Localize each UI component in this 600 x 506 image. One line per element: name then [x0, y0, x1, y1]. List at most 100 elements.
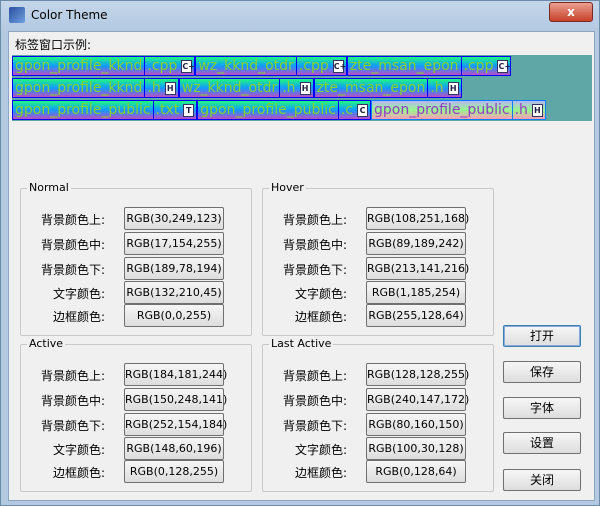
settings-button[interactable]: 设置 — [503, 432, 581, 454]
color-label: 背景颜色下: — [282, 419, 347, 433]
color-label: 背景颜色上: — [40, 369, 105, 383]
color-label: 文字颜色: — [294, 443, 347, 457]
group-title: Normal — [27, 181, 71, 194]
tab-name[interactable]: zte_msan_epon — [346, 56, 461, 76]
tab-extension[interactable]: .h H — [144, 78, 179, 98]
file-type-icon: H — [299, 81, 311, 95]
color-theme-window: Color Theme x 标签窗口示例: gpon_profile_kknd.… — [0, 0, 600, 506]
font-button[interactable]: 字体 — [503, 397, 581, 419]
color-button[interactable]: RGB(0,0,255) — [124, 304, 224, 327]
tab-extension-text: .h — [282, 80, 296, 96]
tab-extension-text: .txt — [155, 102, 180, 118]
title-bar: Color Theme — [9, 5, 108, 25]
tab-extension-text: .h — [430, 80, 444, 96]
color-label: 文字颜色: — [52, 443, 105, 457]
tab-extension[interactable]: .c C — [337, 100, 371, 120]
color-label: 边框颜色: — [294, 466, 347, 480]
color-button[interactable]: RGB(255,128,64) — [366, 304, 466, 327]
file-type-icon: C — [357, 103, 368, 117]
group-active: Active 背景颜色上: RGB(184,181,244) 背景颜色中: RGB(… — [20, 337, 252, 492]
color-button[interactable]: RGB(128,128,255) — [366, 363, 469, 386]
color-label: 背景颜色下: — [40, 263, 105, 277]
color-button[interactable]: RGB(0,128,255) — [124, 460, 224, 483]
color-button[interactable]: RGB(17,154,255) — [124, 232, 224, 255]
tab-extension[interactable]: .cpp C+ — [460, 56, 512, 76]
dialog-body: 标签窗口示例: gpon_profile_kknd .cpp C+ wz_kknd_o… — [8, 31, 595, 501]
close-window-button[interactable]: x — [549, 2, 593, 22]
file-type-icon: C+ — [497, 59, 512, 73]
color-label: 边框颜色: — [52, 466, 105, 480]
group-title: Hover — [269, 181, 306, 194]
color-button[interactable]: RGB(189,78,194) — [124, 257, 224, 280]
tab-name[interactable]: gpon_profile_public — [371, 100, 512, 120]
tab-row: gpon_profile_public .txt Tgpon_profile_pub… — [12, 100, 546, 120]
tab-extension-text: .cpp — [298, 58, 329, 74]
save-button[interactable]: 保存 — [503, 361, 581, 383]
group-title: Active — [27, 337, 66, 350]
color-label: 文字颜色: — [52, 287, 105, 301]
color-label: 背景颜色中: — [282, 238, 347, 252]
color-button[interactable]: RGB(240,147,172) — [366, 388, 469, 411]
tab-name[interactable]: wz_kknd_otdr — [178, 78, 280, 98]
color-label: 背景颜色中: — [282, 394, 347, 408]
color-label: 背景颜色上: — [40, 213, 105, 227]
window-title: Color Theme — [31, 8, 108, 22]
tab-extension-text: .cpp — [463, 58, 494, 74]
tab-row: gpon_profile_kknd .cpp C+ wz_kknd_otdr .cpp C… — [12, 56, 512, 76]
color-button[interactable]: RGB(80,160,150) — [366, 413, 466, 436]
color-button[interactable]: RGB(89,189,242) — [366, 232, 466, 255]
tab-name[interactable]: gpon_profile_public — [12, 100, 153, 120]
tab-extension[interactable]: .cpp C+ — [144, 56, 196, 76]
color-label: 文字颜色: — [294, 287, 347, 301]
color-button[interactable]: RGB(150,248,141) — [124, 388, 227, 411]
tab-extension[interactable]: .txt T — [152, 100, 198, 120]
color-label: 边框颜色: — [294, 310, 347, 324]
open-button[interactable]: 打开 — [503, 325, 581, 347]
tab-name[interactable]: wz_kknd_otdr — [195, 56, 296, 76]
color-label: 背景颜色中: — [40, 238, 105, 252]
color-label: 背景颜色下: — [282, 263, 347, 277]
file-type-icon: H — [531, 103, 543, 117]
tab-extension[interactable]: .h H — [511, 100, 546, 120]
group-normal: Normal 背景颜色上: RGB(30,249,123) 背景颜色中: RGB(1… — [20, 181, 252, 336]
tab-name[interactable]: gpon_profile_kknd — [12, 78, 145, 98]
tab-extension[interactable]: .cpp C+ — [295, 56, 347, 76]
tab-extension[interactable]: .h H — [427, 78, 462, 98]
color-button[interactable]: RGB(132,210,45) — [124, 281, 224, 304]
file-type-icon: H — [447, 81, 459, 95]
color-button[interactable]: RGB(30,249,123) — [124, 207, 224, 230]
group-hover: Hover 背景颜色上: RGB(108,251,168) 背景颜色中: RGB(8… — [262, 181, 494, 336]
file-type-icon: C+ — [181, 59, 195, 73]
tab-row: gpon_profile_kknd .h Hwz_kknd_otdr .h Hzte_m… — [12, 78, 462, 98]
color-label: 背景颜色上: — [282, 369, 347, 383]
group-last-active: Last Active 背景颜色上: RGB(128,128,255) 背景颜色中:… — [262, 337, 494, 492]
group-title: Last Active — [269, 337, 334, 350]
file-type-icon: C+ — [332, 59, 347, 73]
tab-extension-text: .cpp — [147, 58, 178, 74]
color-button[interactable]: RGB(184,181,244) — [124, 363, 227, 386]
tab-preview: gpon_profile_kknd .cpp C+ wz_kknd_otdr .cpp C… — [12, 55, 592, 121]
color-label: 边框颜色: — [52, 310, 105, 324]
tab-extension-text: .h — [147, 80, 161, 96]
color-button[interactable]: RGB(148,60,196) — [124, 437, 224, 460]
tab-extension[interactable]: .h H — [279, 78, 314, 98]
color-button[interactable]: RGB(100,30,128) — [366, 437, 466, 460]
color-button[interactable]: RGB(0,128,64) — [366, 460, 466, 483]
file-type-icon: T — [183, 103, 195, 117]
color-label: 背景颜色上: — [282, 213, 347, 227]
color-button[interactable]: RGB(252,154,184) — [124, 413, 227, 436]
tab-extension-text: .h — [514, 102, 528, 118]
color-button[interactable]: RGB(1,185,254) — [366, 281, 466, 304]
tab-name[interactable]: gpon_profile_kknd — [12, 56, 145, 76]
file-type-icon: H — [164, 81, 176, 95]
tab-name[interactable]: gpon_profile_public — [197, 100, 338, 120]
tab-extension-text: .c — [340, 102, 353, 118]
tab-name[interactable]: zte_msan_epon — [313, 78, 428, 98]
preview-label: 标签窗口示例: — [15, 38, 92, 52]
color-label: 背景颜色下: — [40, 419, 105, 433]
color-button[interactable]: RGB(213,141,216) — [366, 257, 469, 280]
color-button[interactable]: RGB(108,251,168) — [366, 207, 469, 230]
app-icon — [9, 7, 25, 23]
close-button[interactable]: 关闭 — [503, 469, 581, 491]
color-label: 背景颜色中: — [40, 394, 105, 408]
